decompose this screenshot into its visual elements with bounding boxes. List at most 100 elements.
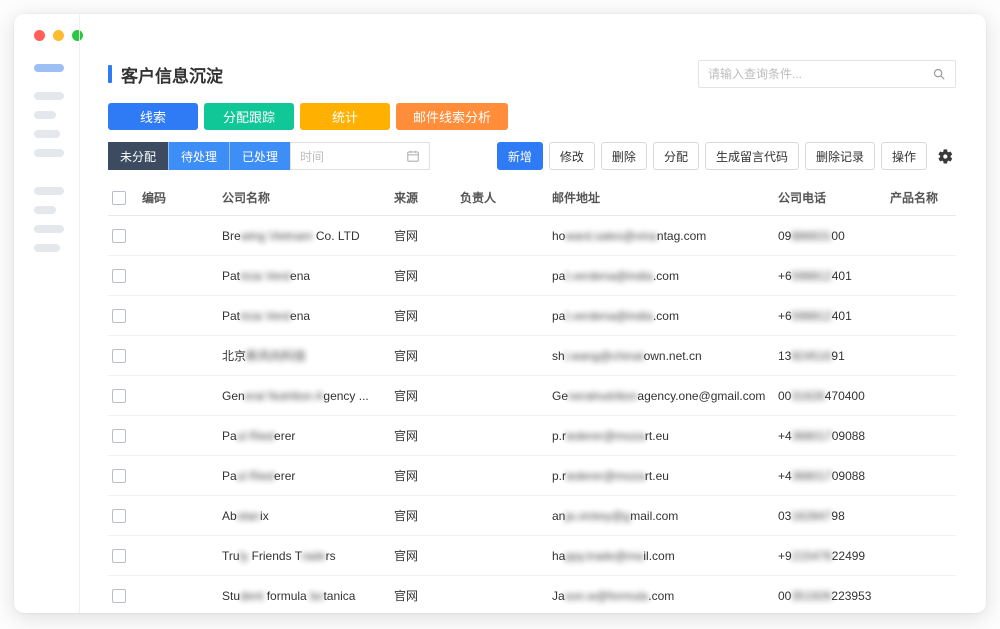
cell-owner [456,416,548,456]
redacted-text: 598812 [792,269,832,283]
search-input[interactable] [708,67,932,81]
table-row: Brewing Vietnam Co. LTD官网howard.sales@vi… [108,216,956,256]
date-filter[interactable]: 时间 [290,142,430,170]
redacted-text: 886631 [791,229,831,243]
cell-company: Student formula botanica [218,576,390,614]
cell-phone: 0316284798 [774,496,886,536]
cell-source: 官网 [390,536,456,576]
delete-button[interactable]: 删除 [601,142,647,170]
redacted-text: bo [310,589,323,603]
delete-records-button[interactable]: 删除记录 [805,142,875,170]
sidebar-item[interactable] [34,149,64,157]
app-window: 客户信息沉淀 线索分配跟踪统计邮件线索分析 未分配待处理已处理 时间 [14,14,986,613]
cell-email: anja.vickey@gmail.com [548,496,774,536]
assign-button[interactable]: 分配 [653,142,699,170]
toolbar: 未分配待处理已处理 时间 新增修改删除分配生成留言代码删除记录操作 [108,142,956,170]
cell-code [138,336,218,376]
processed-tab[interactable]: 已处理 [229,142,290,170]
sidebar-item[interactable] [34,92,64,100]
cell-owner [456,496,548,536]
column-header-phone: 公司电话 [774,180,886,216]
cell-company: Patricia Verdena [218,256,390,296]
cell-source: 官网 [390,296,456,336]
title-accent-bar [108,65,112,83]
cell-owner [456,456,548,496]
redacted-text: 368017 [792,429,832,443]
feature-tabs: 线索分配跟踪统计邮件线索分析 [108,103,956,130]
row-checkbox[interactable] [112,509,126,523]
redacted-text: ppy.trade@ma [565,549,643,563]
row-checkbox[interactable] [112,549,126,563]
cell-phone: +436801709088 [774,416,886,456]
row-checkbox[interactable] [112,429,126,443]
unassigned-tab[interactable]: 未分配 [108,142,168,170]
cell-phone: 0031628470400 [774,376,886,416]
calendar-icon [406,149,420,163]
cell-company: Paul Riederer [218,456,390,496]
operations-button[interactable]: 操作 [881,142,927,170]
select-all-checkbox[interactable] [112,191,126,205]
cell-company: Truly Friends Traders [218,536,390,576]
row-checkbox[interactable] [112,229,126,243]
cell-product [886,416,956,456]
column-header-product: 产品名称 [886,180,956,216]
generate-message-code-button[interactable]: 生成留言代码 [705,142,799,170]
cell-phone: 00351926223953 [774,576,886,614]
statistics-tab[interactable]: 统计 [300,103,390,130]
sidebar-item[interactable] [34,225,64,233]
cell-owner [456,536,548,576]
redacted-text: iederer@moza [566,429,645,443]
cell-product [886,336,956,376]
edit-button[interactable]: 修改 [549,142,595,170]
search-icon[interactable] [932,67,946,81]
row-checkbox[interactable] [112,389,126,403]
cell-source: 官网 [390,496,456,536]
row-checkbox[interactable] [112,309,126,323]
leads-tab[interactable]: 线索 [108,103,198,130]
cell-product [886,536,956,576]
table-row: General Nutrition Agency ...官网Generalnut… [108,376,956,416]
cell-email: Generalnutritionagency.one@gmail.com [548,376,774,416]
assignment-tracking-tab[interactable]: 分配跟踪 [204,103,294,130]
cell-owner [456,296,548,336]
cell-product [886,296,956,336]
cell-owner [456,216,548,256]
row-checkbox[interactable] [112,269,126,283]
redacted-text: 新风向科技 [246,349,306,363]
cell-phone: +6598812401 [774,296,886,336]
cell-code [138,536,218,576]
cell-company: Brewing Vietnam Co. LTD [218,216,390,256]
cell-phone: +6598812401 [774,256,886,296]
cell-email: pat.verdena@india.com [548,296,774,336]
cell-email: p.riederer@mozart.eu [548,416,774,456]
sidebar-item[interactable] [34,244,60,252]
column-header-source: 来源 [390,180,456,216]
column-header-code: 编码 [138,180,218,216]
sidebar-item[interactable] [34,130,60,138]
date-placeholder: 时间 [300,148,324,165]
sidebar-item[interactable] [34,187,64,195]
table-row: Paul Riederer官网p.riederer@mozart.eu+4368… [108,456,956,496]
sidebar-item[interactable] [34,111,56,119]
row-checkbox[interactable] [112,589,126,603]
sidebar-item[interactable] [34,206,56,214]
cell-owner [456,576,548,614]
redacted-text: 31628 [791,389,824,403]
add-button[interactable]: 新增 [497,142,543,170]
cell-product [886,216,956,256]
gear-icon[interactable] [935,146,956,167]
page-title: 客户信息沉淀 [108,62,223,87]
row-checkbox[interactable] [112,469,126,483]
cell-email: Jason.w@formula.com [548,576,774,614]
redacted-text: 351926 [791,589,831,603]
redacted-text: dent [240,589,267,603]
cell-company: Patricia Verdena [218,296,390,336]
cell-source: 官网 [390,456,456,496]
redacted-text: t.verdena@india [565,269,653,283]
email-leads-analysis-tab[interactable]: 邮件线索分析 [396,103,508,130]
sidebar-item-active[interactable] [34,64,64,72]
cell-source: 官网 [390,416,456,456]
cell-code [138,376,218,416]
pending-tab[interactable]: 待处理 [168,142,229,170]
row-checkbox[interactable] [112,349,126,363]
